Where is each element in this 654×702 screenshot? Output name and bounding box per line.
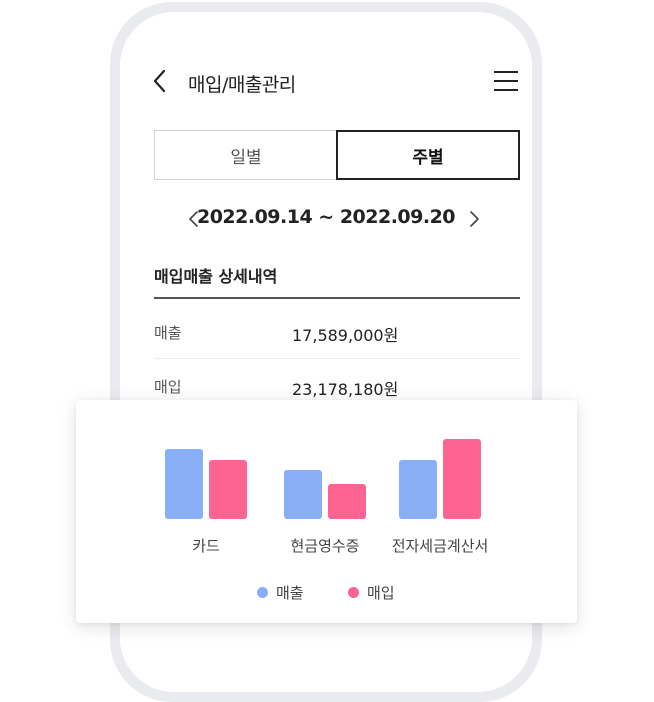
period-tabs: 일별 주별 — [154, 130, 520, 180]
tab-daily[interactable]: 일별 — [154, 130, 338, 180]
tab-weekly[interactable]: 주별 — [336, 130, 520, 180]
legend-label: 매출 — [276, 584, 304, 602]
back-button[interactable] — [148, 66, 172, 96]
row-value: 17,589,000원 — [292, 326, 399, 345]
bar-purchase-0 — [209, 460, 247, 519]
legend-dot-purchase — [348, 587, 359, 598]
section-divider — [154, 297, 520, 299]
chart-legend: 매출 매입 — [76, 580, 577, 604]
category-label-1: 현금영수증 — [290, 537, 359, 555]
chart-card: 카드 현금영수증 전자세금계산서 매출 매입 — [76, 400, 577, 623]
row-label: 매출 — [154, 324, 182, 342]
category-label-2: 전자세금계산서 — [392, 537, 489, 555]
bar-sales-1 — [284, 470, 322, 519]
hamburger-menu-icon — [494, 71, 518, 91]
legend-item-sales: 매출 — [257, 582, 304, 603]
legend-item-purchase: 매입 — [348, 582, 395, 603]
period-selector: 2022.09.14 ~ 2022.09.20 — [120, 202, 532, 236]
menu-button[interactable] — [492, 68, 520, 94]
legend-label: 매입 — [367, 584, 395, 602]
bar-sales-2 — [399, 460, 437, 519]
next-period-button[interactable] — [466, 208, 482, 230]
row-label: 매입 — [154, 378, 182, 396]
category-label-0: 카드 — [192, 537, 220, 555]
bar-purchase-2 — [443, 439, 481, 519]
legend-dot-sales — [257, 587, 268, 598]
detail-row-sales: 매출 17,589,000원 — [154, 306, 520, 359]
bar-purchase-1 — [328, 484, 366, 519]
bar-chart: 카드 현금영수증 전자세금계산서 — [165, 439, 489, 555]
bar-sales-0 — [165, 449, 203, 519]
row-value: 23,178,180원 — [292, 380, 399, 399]
detail-section-title: 매입매출 상세내역 — [154, 267, 278, 286]
chevron-right-icon — [470, 211, 479, 227]
app-header: 매입/매출관리 — [120, 62, 532, 102]
page-title: 매입/매출관리 — [188, 74, 296, 96]
chevron-left-icon — [153, 69, 166, 93]
